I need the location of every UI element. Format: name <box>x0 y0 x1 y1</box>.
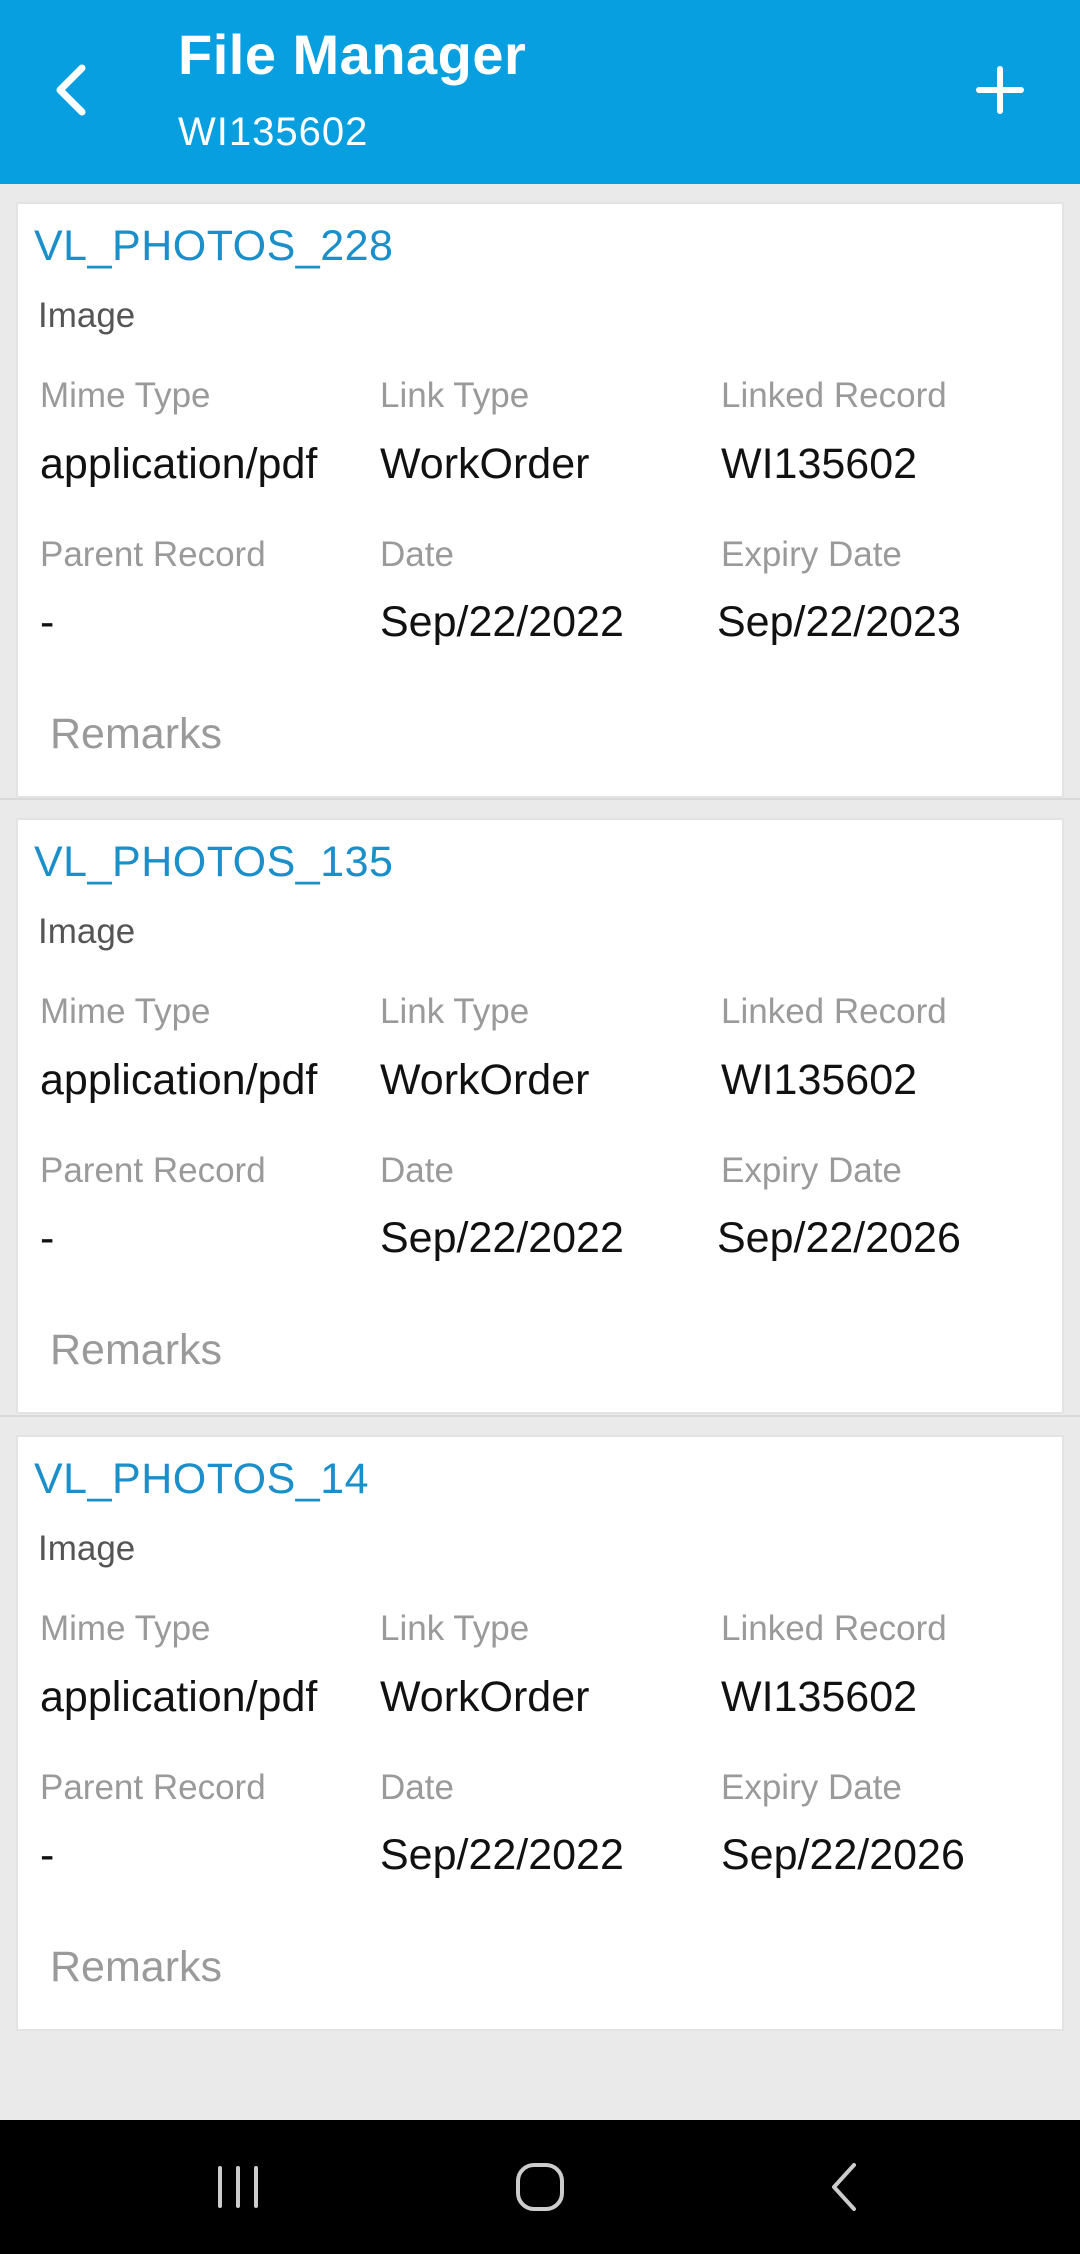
linked-record-value: WI135602 <box>721 1673 918 1721</box>
recent-apps-button[interactable] <box>168 2120 308 2254</box>
linked-record-value: WI135602 <box>721 1056 918 1104</box>
parent-record-value: - <box>40 1831 55 1879</box>
home-icon <box>516 2163 564 2211</box>
expiry-date-value: Sep/22/2026 <box>721 1831 965 1879</box>
link-type-value: WorkOrder <box>380 1056 590 1104</box>
expiry-date-value: Sep/22/2026 <box>717 1214 961 1262</box>
remarks-button[interactable]: Remarks <box>50 1943 222 1992</box>
file-name[interactable]: VL_PHOTOS_135 <box>34 838 393 887</box>
parent-record-label: Parent Record <box>40 1151 266 1190</box>
file-card[interactable]: VL_PHOTOS_135 Image Mime Type applicatio… <box>16 818 1064 1414</box>
page-subtitle: WI135602 <box>178 110 369 154</box>
expiry-date-value: Sep/22/2023 <box>717 598 961 646</box>
link-type-value: WorkOrder <box>380 1673 590 1721</box>
date-value: Sep/22/2022 <box>380 1214 624 1262</box>
mime-type-value: application/pdf <box>40 1056 318 1104</box>
mime-type-label: Mime Type <box>40 1609 211 1648</box>
file-card[interactable]: VL_PHOTOS_14 Image Mime Type application… <box>16 1435 1064 2031</box>
add-file-button[interactable] <box>950 40 1050 140</box>
parent-record-label: Parent Record <box>40 1768 266 1807</box>
file-category: Image <box>38 1529 136 1568</box>
linked-record-label: Linked Record <box>721 992 947 1031</box>
date-label: Date <box>380 535 454 574</box>
app-header: File Manager WI135602 <box>0 0 1080 184</box>
system-navigation-bar <box>0 2120 1080 2254</box>
date-label: Date <box>380 1151 454 1190</box>
date-value: Sep/22/2022 <box>380 598 624 646</box>
home-button[interactable] <box>470 2120 610 2254</box>
expiry-date-label: Expiry Date <box>721 1768 902 1807</box>
mime-type-value: application/pdf <box>40 440 318 488</box>
link-type-label: Link Type <box>380 1609 530 1648</box>
parent-record-value: - <box>40 1214 55 1262</box>
card-divider <box>0 1415 1080 1417</box>
linked-record-label: Linked Record <box>721 1609 947 1648</box>
mime-type-value: application/pdf <box>40 1673 318 1721</box>
file-name[interactable]: VL_PHOTOS_228 <box>34 222 393 271</box>
link-type-label: Link Type <box>380 376 530 415</box>
back-icon <box>832 2163 856 2211</box>
remarks-button[interactable]: Remarks <box>50 1326 222 1375</box>
recent-apps-icon <box>218 2166 258 2208</box>
mime-type-label: Mime Type <box>40 376 211 415</box>
system-back-button[interactable] <box>774 2120 914 2254</box>
expiry-date-label: Expiry Date <box>721 535 902 574</box>
date-label: Date <box>380 1768 454 1807</box>
link-type-label: Link Type <box>380 992 530 1031</box>
expiry-date-label: Expiry Date <box>721 1151 902 1190</box>
file-name[interactable]: VL_PHOTOS_14 <box>34 1455 369 1504</box>
file-category: Image <box>38 912 136 951</box>
back-button[interactable] <box>30 40 114 140</box>
chevron-left-icon <box>56 64 86 116</box>
card-divider <box>0 798 1080 800</box>
mime-type-label: Mime Type <box>40 992 211 1031</box>
file-category: Image <box>38 296 136 335</box>
plus-icon <box>976 66 1024 114</box>
file-card[interactable]: VL_PHOTOS_228 Image Mime Type applicatio… <box>16 202 1064 798</box>
linked-record-label: Linked Record <box>721 376 947 415</box>
parent-record-label: Parent Record <box>40 535 266 574</box>
date-value: Sep/22/2022 <box>380 1831 624 1879</box>
link-type-value: WorkOrder <box>380 440 590 488</box>
parent-record-value: - <box>40 598 55 646</box>
remarks-button[interactable]: Remarks <box>50 710 222 759</box>
linked-record-value: WI135602 <box>721 440 918 488</box>
page-title: File Manager <box>178 23 527 86</box>
